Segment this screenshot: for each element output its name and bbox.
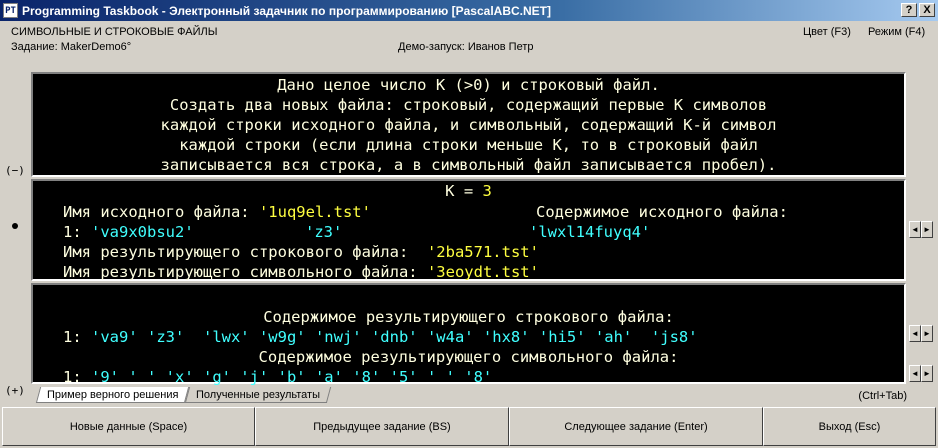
scroll-right-icon[interactable]: ► [921,365,933,382]
source-content-label: Содержимое исходного файла: [536,203,788,221]
title-bar: PT Programming Taskbook - Электронный за… [0,0,938,21]
app-icon: PT [3,3,18,18]
exit-button[interactable]: Выход (Esc) [763,407,936,446]
task-text-line: Создать два новых файла: строковый, соде… [169,96,768,114]
result-char-name-value: '3eoydt.tst' [426,263,539,281]
result-string-items: 'va9' 'z3' 'lwx' 'w9g' 'nwj' 'dnb' 'w4a'… [91,328,698,346]
result-string-prefix: 1: [63,328,91,346]
scroll-left-icon[interactable]: ◄ [909,325,921,342]
new-data-button[interactable]: Новые данные (Space) [2,407,255,446]
result-char-name-label: Имя результирующего символьного файла: [63,263,427,281]
source-name-label: Имя исходного файла: [63,203,259,221]
window-title: Programming Taskbook - Электронный задач… [22,3,551,18]
k-line: K = 3 [33,181,904,202]
result-char-content-line: 1: '9' ' ' 'x' 'g' 'j' 'b' 'a' '8' '5' '… [63,367,492,388]
title-bar-buttons: ? X [901,3,935,17]
current-section-marker [12,223,18,229]
bottom-button-bar: Новые данные (Space) Предыдущее задание … [2,407,936,446]
task-group: СИМВОЛЬНЫЕ И СТРОКОВЫЕ ФАЙЛЫ [11,26,218,38]
tab-hint: (Ctrl+Tab) [858,390,907,402]
source-name-value: '1uq9el.tst' [258,203,371,221]
result-tabs: Пример верного решения Полученные резуль… [35,387,332,404]
task-text-line: Дано целое число K (>0) и строковый файл… [277,76,660,94]
source-item: 'va9x0bsu2' [91,223,194,241]
task-name: Задание: MakerDemo6° [11,41,132,53]
tab-correct-solution[interactable]: Пример верного решения [35,387,190,403]
scroll-right-icon[interactable]: ► [921,325,933,342]
collapse-toggle[interactable]: (−) [5,164,25,177]
result-string-content-label: Содержимое результирующего строкового фа… [263,308,674,326]
previous-task-button[interactable]: Предыдущее задание (BS) [255,407,509,446]
k-value: 3 [482,182,492,200]
output-data-panel: Содержимое результирующего строкового фа… [31,283,906,386]
input-data-panel: K = 3 Имя исходного файла: '1uq9el.tst' … [31,179,906,281]
task-statement-panel: Дано целое число K (>0) и строковый файл… [31,72,906,177]
tab-correct-solution-label: Пример верного решения [47,388,179,401]
tab-obtained-results-label: Полученные результаты [196,388,321,401]
input-scroll-arrows: ◄ ► [909,221,933,238]
output-scroll-arrows-top: ◄ ► [909,325,933,342]
result-string-content-line: 1: 'va9' 'z3' 'lwx' 'w9g' 'nwj' 'dnb' 'w… [63,327,698,348]
output-scroll-arrows-bottom: ◄ ► [909,365,933,382]
source-item: 'lwxl14fuyq4' [529,223,651,241]
expand-toggle[interactable]: (+) [5,384,25,397]
k-label: K = [445,182,483,200]
scroll-left-icon[interactable]: ◄ [909,221,921,238]
info-panel: СИМВОЛЬНЫЕ И СТРОКОВЫЕ ФАЙЛЫ Задание: Ma… [0,21,938,71]
task-text-line: каждой строки исходного файла, и символь… [160,116,777,134]
result-char-prefix: 1: [63,368,91,386]
next-task-button[interactable]: Следующее задание (Enter) [509,407,763,446]
demo-run-label: Демо-запуск: Иванов Петр [398,41,534,53]
help-button[interactable]: ? [901,3,917,17]
tab-obtained-results[interactable]: Полученные результаты [185,387,332,403]
scroll-left-icon[interactable]: ◄ [909,365,921,382]
scroll-right-icon[interactable]: ► [921,221,933,238]
result-string-name-label: Имя результирующего строкового файла: [63,243,427,261]
view-mode-button[interactable]: Режим (F4) [868,26,925,38]
source-line-prefix: 1: [63,223,91,241]
result-char-name-line: Имя результирующего символьного файла: '… [63,262,539,283]
result-char-items: '9' ' ' 'x' 'g' 'j' 'b' 'a' '8' '5' ' ' … [91,368,493,386]
result-string-name-value: '2ba571.tst' [426,243,539,261]
result-char-content-label: Содержимое результирующего символьного ф… [258,348,679,366]
close-button[interactable]: X [919,3,935,17]
task-text-line: записывается вся строка, а в символьный … [160,156,777,174]
result-string-name-line: Имя результирующего строкового файла: '2… [63,242,539,263]
source-item: 'z3' [305,223,343,241]
source-name-line: Имя исходного файла: '1uq9el.tst' [63,202,371,223]
task-text-line: каждой строки (если длина строки меньше … [179,136,758,154]
color-mode-button[interactable]: Цвет (F3) [803,26,851,38]
